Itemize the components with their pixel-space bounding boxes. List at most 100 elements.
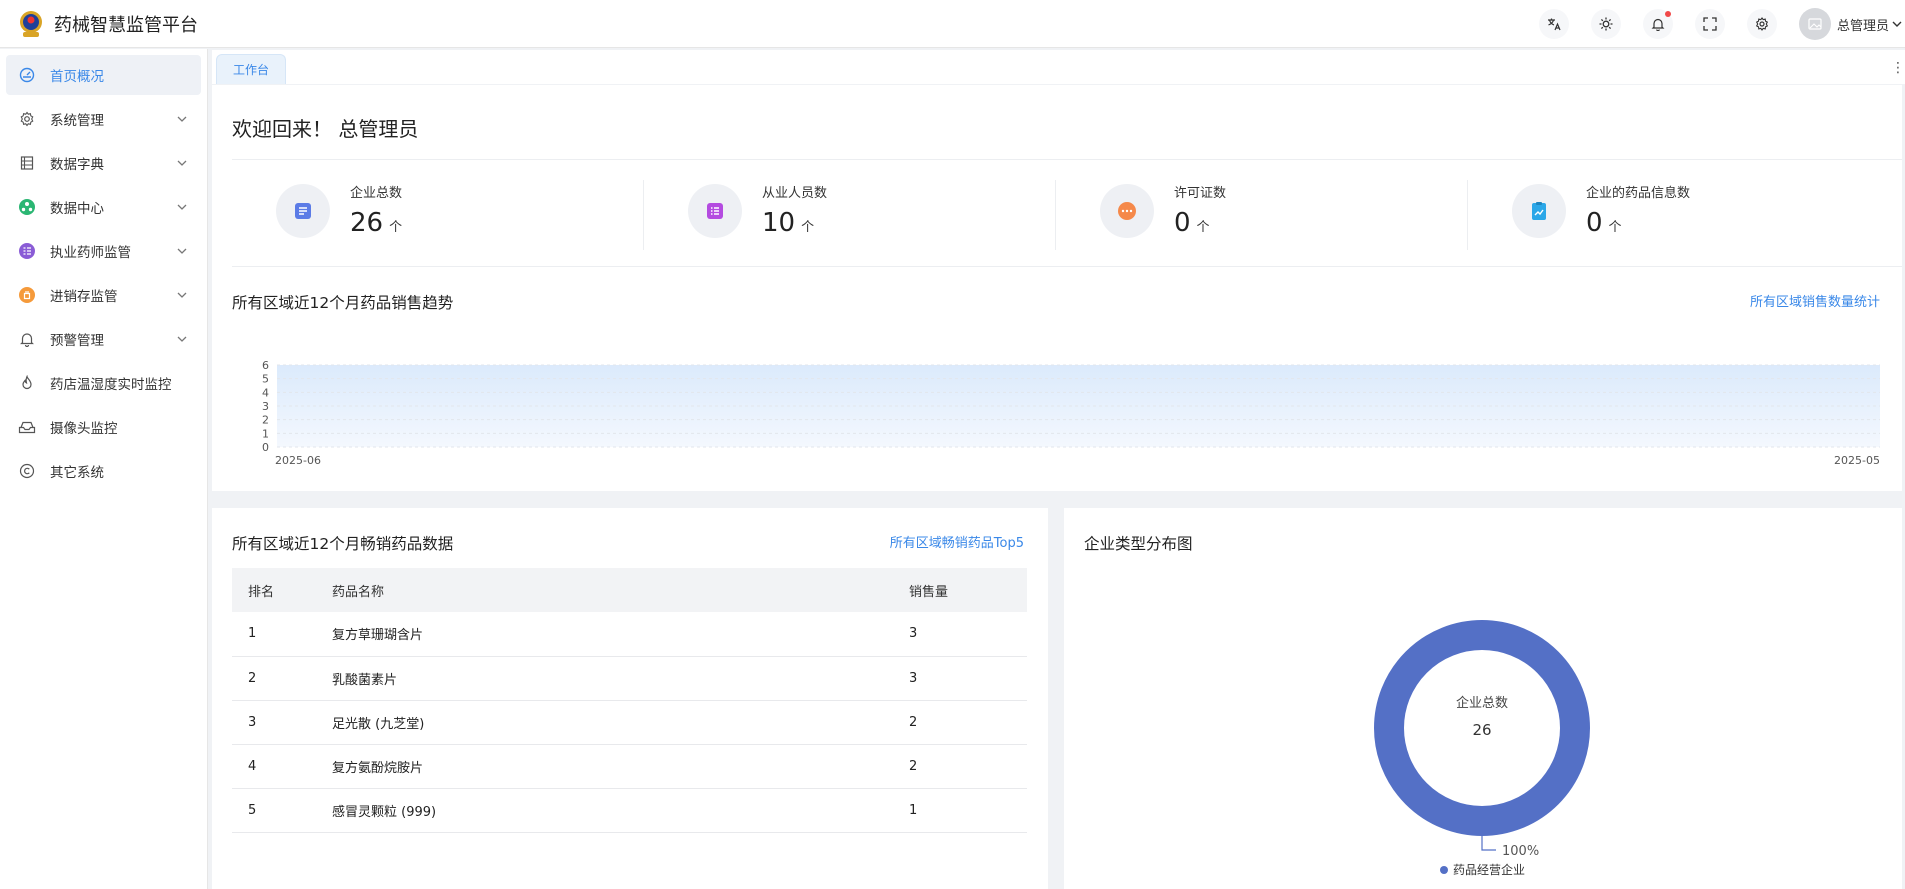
theme-icon[interactable] — [1590, 9, 1621, 39]
table-row: 5 感冒灵颗粒 (999) 1 — [232, 788, 1027, 833]
label-leader-line — [1481, 836, 1496, 851]
sidebar-item-label: 摄像头监控 — [50, 421, 118, 437]
avatar[interactable] — [1798, 8, 1831, 40]
y-tick-label: 2 — [262, 414, 269, 427]
sales-cell: 3 — [909, 612, 1027, 657]
sales-cell: 2 — [909, 744, 1027, 789]
trend-title: 所有区域近12个月药品销售趋势 — [232, 294, 454, 312]
rank-cell: 2 — [232, 656, 332, 701]
stat-licenses: 许可证数 0个 — [1056, 160, 1468, 268]
rank-cell: 1 — [232, 612, 332, 657]
stat-value: 26 个 — [350, 208, 403, 238]
bell-icon[interactable] — [1642, 9, 1673, 39]
y-tick-label: 6 — [262, 359, 269, 372]
sidebar-item-label: 其它系统 — [50, 465, 104, 481]
sidebar-item-temperature[interactable]: 药店温湿度实时监控 — [6, 363, 201, 403]
notification-dot — [1664, 11, 1671, 17]
top-header: 药械智慧监管平台 总管理员 — [0, 0, 1905, 48]
sidebar-item-label: 数据字典 — [50, 157, 104, 173]
sidebar-item-dashboard[interactable]: 首页概况 — [6, 55, 201, 95]
y-tick-label: 3 — [262, 400, 269, 413]
top-drugs-title: 所有区域近12个月畅销药品数据 — [232, 535, 454, 553]
stat-value: 0个 — [1586, 208, 1622, 238]
sidebar-item-dictionary[interactable]: 数据字典 — [6, 143, 201, 183]
chevron-down-icon — [177, 336, 187, 342]
sidebar-item-inventory[interactable]: 进销存监管 — [6, 275, 201, 315]
sidebar-item-pharmacist[interactable]: 执业药师监管 — [6, 231, 201, 271]
sidebar-item-system[interactable]: 系统管理 — [6, 99, 201, 139]
pharmacist-icon — [18, 242, 36, 260]
sidebar-item-label: 预警管理 — [50, 333, 104, 349]
stat-label: 从业人员数 — [762, 186, 828, 201]
sidebar-item-label: 药店温湿度实时监控 — [50, 377, 172, 393]
clipboard-chart-icon — [1512, 184, 1566, 238]
copyright-icon — [18, 462, 36, 480]
trend-link[interactable]: 所有区域销售数量统计 — [1750, 291, 1880, 310]
table-row: 4 复方氨酚烷胺片 2 — [232, 744, 1027, 789]
x-tick-label: 2025-05 — [1834, 454, 1880, 465]
sidebar-item-other[interactable]: 其它系统 — [6, 451, 201, 491]
sidebar-item-data-center[interactable]: 数据中心 — [6, 187, 201, 227]
donut-center-label: 企业总数 — [1456, 695, 1508, 711]
drug-name-cell: 复方氨酚烷胺片 — [332, 744, 909, 789]
sidebar: 首页概况 系统管理 数据字典 数据中心 执业药师监管 进销存监管 预警管理 药店… — [0, 49, 208, 889]
legend-dot — [1440, 866, 1448, 874]
chevron-down-icon — [177, 160, 187, 166]
top-drugs-table: 排名 药品名称 销售量 1 复方草珊瑚含片 3 2 乳酸菌素片 3 3 足光散 … — [232, 568, 1027, 833]
camera-icon — [18, 418, 36, 436]
sidebar-item-warning[interactable]: 预警管理 — [6, 319, 201, 359]
header-actions: 总管理员 — [1538, 0, 1905, 48]
top-drugs-link[interactable]: 所有区域畅销药品Top5 — [890, 532, 1024, 551]
stats-row: 企业总数 26 个 从业人员数 10 个 许可证数 0个 企业的药品信息数 0个 — [232, 159, 1902, 267]
dictionary-icon — [18, 154, 36, 172]
app-logo-icon — [18, 9, 44, 39]
stat-label: 企业总数 — [350, 186, 403, 201]
user-name[interactable]: 总管理员 — [1837, 15, 1889, 34]
x-tick-label: 2025-06 — [275, 454, 321, 465]
y-tick-label: 0 — [262, 441, 269, 454]
chevron-down-icon[interactable] — [1891, 18, 1903, 30]
table-header-row: 排名 药品名称 销售量 — [232, 568, 1027, 612]
table-row: 1 复方草珊瑚含片 3 — [232, 612, 1027, 657]
sales-cell: 2 — [909, 700, 1027, 745]
chat-icon — [1100, 184, 1154, 238]
translate-icon[interactable] — [1538, 9, 1569, 39]
bell-icon — [18, 330, 36, 348]
y-tick-label: 4 — [262, 386, 269, 399]
gear-icon[interactable] — [1746, 9, 1777, 39]
donut-center-value: 26 — [1472, 721, 1491, 739]
sidebar-item-camera[interactable]: 摄像头监控 — [6, 407, 201, 447]
welcome-title: 欢迎回来！ 总管理员 — [232, 117, 419, 141]
sales-cell: 1 — [909, 788, 1027, 833]
legend-label: 药品经营企业 — [1453, 862, 1525, 877]
table-row: 3 足光散 (九芝堂) 2 — [232, 700, 1027, 745]
tab-bar: 工作台 ⋮ — [212, 50, 1905, 84]
chevron-down-icon — [177, 248, 187, 254]
app-title: 药械智慧监管平台 — [54, 14, 198, 36]
drug-name-cell: 乳酸菌素片 — [332, 656, 909, 701]
drug-name-cell: 足光散 (九芝堂) — [332, 700, 909, 745]
rank-cell: 3 — [232, 700, 332, 745]
gear-icon — [18, 110, 36, 128]
inventory-icon — [18, 286, 36, 304]
distribution-card: 企业类型分布图 企业总数 26 100% 药品经营企业 — [1064, 508, 1902, 889]
dashboard-icon — [18, 66, 36, 84]
stat-value: 0个 — [1174, 208, 1210, 238]
y-tick-label: 1 — [262, 427, 269, 440]
percent-label: 100% — [1502, 844, 1539, 859]
fullscreen-icon[interactable] — [1694, 9, 1725, 39]
tab-workbench[interactable]: 工作台 — [216, 54, 286, 84]
top-drugs-card: 所有区域近12个月畅销药品数据 所有区域畅销药品Top5 排名 药品名称 销售量… — [212, 508, 1048, 889]
column-header: 药品名称 — [332, 568, 909, 612]
more-vertical-icon[interactable]: ⋮ — [1891, 60, 1905, 76]
list-icon — [688, 184, 742, 238]
sidebar-item-label: 首页概况 — [50, 69, 104, 85]
overview-card: 欢迎回来！ 总管理员 企业总数 26个 从业人员数 10个 许可证数 0个 — [212, 85, 1902, 491]
stat-value: 10 个 — [762, 208, 815, 238]
y-tick-label: 5 — [262, 373, 269, 386]
sidebar-item-label: 数据中心 — [50, 201, 104, 217]
rank-cell: 4 — [232, 744, 332, 789]
stat-label: 许可证数 — [1174, 186, 1227, 201]
sidebar-item-label: 执业药师监管 — [50, 245, 131, 261]
column-header: 销售量 — [909, 568, 1027, 612]
